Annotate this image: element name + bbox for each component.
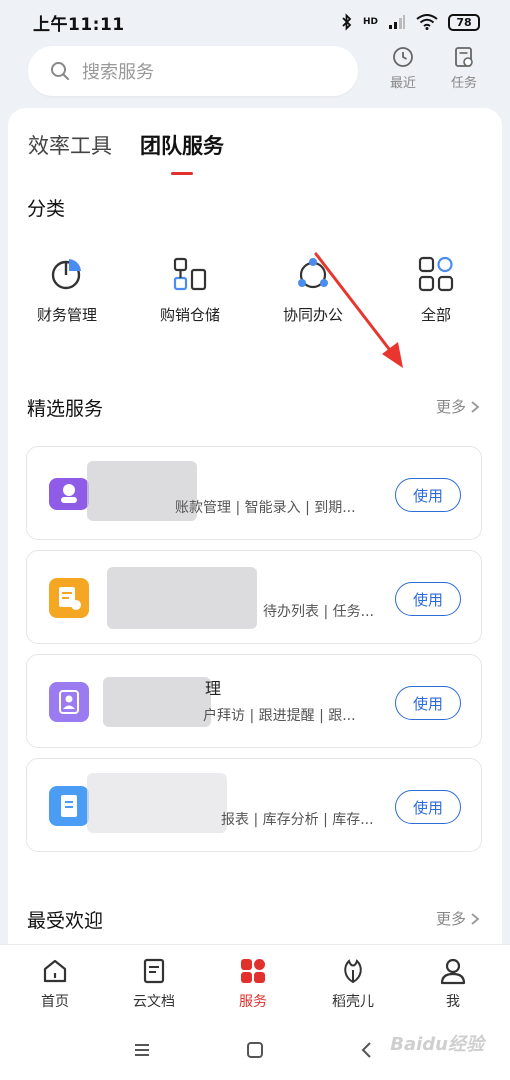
bottom-nav: 首页 云文档 服务 稻壳儿 我 [0, 944, 510, 1020]
header: 搜索服务 最近 任务 [0, 44, 510, 106]
wifi-icon [416, 14, 438, 30]
battery-indicator: 78 [448, 13, 480, 31]
nav-label: 服务 [239, 994, 267, 1010]
service-desc: 报表 | 库存分析 | 库存... [221, 812, 374, 828]
chevron-right-icon [471, 912, 480, 925]
popular-title: 最受欢迎 [27, 910, 104, 932]
document-icon [143, 958, 165, 984]
category-finance[interactable]: 财务管理 [12, 256, 122, 346]
status-time: 上午11:11 [33, 14, 125, 35]
recent-label: 最近 [389, 76, 416, 91]
grid-all-icon [418, 256, 454, 292]
warehouse-flow-icon [173, 257, 207, 291]
nav-label: 云文档 [133, 994, 175, 1010]
task-button[interactable]: 任务 [439, 46, 489, 98]
service-desc: 账款管理 | 智能录入 | 到期... [175, 500, 356, 516]
category-label: 全部 [420, 306, 451, 324]
nav-label: 稻壳儿 [332, 994, 374, 1010]
recent-button[interactable]: 最近 [378, 46, 428, 98]
tab-label: 效率工具 [28, 134, 112, 158]
back-icon[interactable] [355, 1038, 379, 1062]
main-panel: 效率工具 团队服务 分类 财务管理 购销仓储 协同办公 全部 精选服务 更多 账… [8, 108, 502, 950]
services-grid-icon [241, 959, 265, 983]
service-title: 理 [205, 679, 222, 698]
search-icon [51, 62, 69, 80]
pie-chart-icon [51, 259, 81, 290]
task-list-icon [455, 47, 473, 67]
category-label: 财务管理 [36, 306, 97, 324]
nav-me[interactable]: 我 [413, 957, 493, 1013]
category-label: 购销仓储 [159, 306, 220, 324]
tab-bar: 效率工具 团队服务 [28, 130, 224, 175]
active-tab-indicator [171, 172, 193, 175]
bluetooth-icon [342, 13, 352, 31]
menu-icon[interactable] [130, 1038, 154, 1062]
tab-team-services[interactable]: 团队服务 [140, 130, 224, 175]
nav-label: 首页 [41, 994, 69, 1010]
service-desc: 户拜访 | 跟进提醒 | 跟... [203, 708, 356, 724]
use-button[interactable]: 使用 [395, 582, 461, 616]
signal-icon [389, 15, 405, 29]
nav-docer[interactable]: 稻壳儿 [313, 957, 393, 1013]
featured-more-link[interactable]: 更多 [436, 396, 480, 417]
popular-more-link[interactable]: 更多 [436, 908, 480, 929]
status-icons: HD 78 [341, 13, 480, 31]
network-label: HD [362, 17, 378, 27]
task-label: 任务 [450, 76, 477, 91]
service-card[interactable]: 账款管理 | 智能录入 | 到期... 使用 [26, 446, 482, 540]
nav-services[interactable]: 服务 [213, 957, 293, 1013]
home-square-icon[interactable] [243, 1038, 267, 1062]
clock-icon [393, 47, 413, 67]
category-purchase-storage[interactable]: 购销仓储 [135, 256, 245, 346]
annotation-arrow [314, 252, 403, 368]
use-button[interactable]: 使用 [395, 790, 461, 824]
search-input[interactable]: 搜索服务 [28, 46, 358, 96]
tab-label: 团队服务 [140, 134, 224, 158]
contact-app-icon [49, 682, 89, 722]
use-button[interactable]: 使用 [395, 478, 461, 512]
more-label: 更多 [435, 910, 466, 928]
inventory-app-icon [49, 786, 89, 826]
task-app-icon [49, 578, 89, 618]
person-icon [440, 958, 466, 985]
nav-home[interactable]: 首页 [15, 957, 95, 1013]
search-placeholder: 搜索服务 [82, 62, 154, 83]
service-card[interactable]: 理 户拜访 | 跟进提醒 | 跟... 使用 [26, 654, 482, 748]
more-label: 更多 [435, 398, 466, 416]
leaf-icon [344, 959, 362, 984]
status-bar: 上午11:11 HD 78 [0, 0, 510, 44]
home-icon [43, 959, 67, 983]
service-card[interactable]: 待办列表 | 任务... 使用 [26, 550, 482, 644]
watermark: Baidu经验 [390, 1034, 484, 1055]
chevron-right-icon [471, 400, 480, 413]
service-desc: 待办列表 | 任务... [263, 604, 374, 620]
service-card[interactable]: 报表 | 库存分析 | 库存... 使用 [26, 758, 482, 852]
category-grid: 财务管理 购销仓储 协同办公 全部 [8, 256, 502, 346]
featured-title: 精选服务 [27, 398, 104, 420]
nav-cloud-docs[interactable]: 云文档 [114, 957, 194, 1013]
finance-app-icon [49, 478, 89, 510]
tab-efficiency-tools[interactable]: 效率工具 [28, 130, 112, 160]
use-button[interactable]: 使用 [395, 686, 461, 720]
categories-title: 分类 [27, 198, 66, 220]
nav-label: 我 [446, 994, 460, 1010]
